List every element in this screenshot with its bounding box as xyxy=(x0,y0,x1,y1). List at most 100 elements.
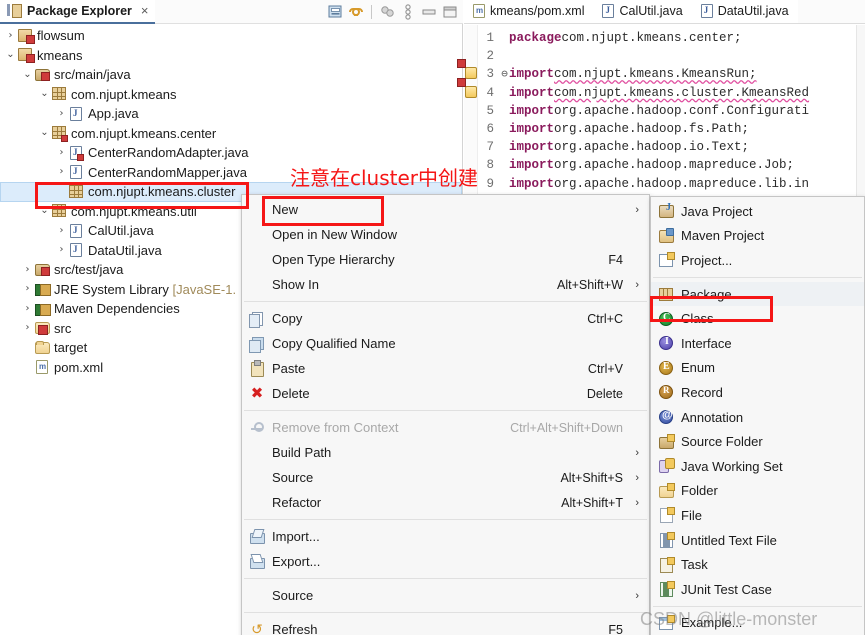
tree-item-centerrandomadapter-java[interactable]: › CenterRandomAdapter.java xyxy=(0,143,462,163)
fold-marker[interactable]: ⊖ xyxy=(500,67,509,81)
filter-icon[interactable] xyxy=(378,3,396,21)
menu-item-export[interactable]: Export... xyxy=(242,549,649,574)
menu-item-copy-qualified-name[interactable]: Copy Qualified Name xyxy=(242,331,649,356)
line-number: 6 xyxy=(486,122,494,137)
collapse-all-icon[interactable] xyxy=(399,3,417,21)
close-icon[interactable]: × xyxy=(141,3,149,18)
menu-item-open-in-new-window[interactable]: Open in New Window xyxy=(242,222,649,247)
submenu-item-label: File xyxy=(681,507,702,523)
editor-tab-datautil-java[interactable]: DataUtil.java xyxy=(691,0,798,23)
code-text: org.apache.hadoop.conf.Configurati xyxy=(554,103,810,118)
tree-expand-arrow[interactable]: › xyxy=(21,264,34,275)
menu-item-label: Import... xyxy=(272,529,320,544)
warning-error-icon[interactable] xyxy=(465,86,477,99)
tree-expand-arrow[interactable]: › xyxy=(55,108,68,119)
tree-expand-arrow[interactable]: › xyxy=(21,303,34,314)
code-text: org.apache.hadoop.mapreduce.Job; xyxy=(554,158,795,173)
context-menu[interactable]: New › Open in New Window Open Type Hierarch… xyxy=(241,194,650,635)
tree-expand-arrow[interactable]: ⌄ xyxy=(38,128,51,138)
menu-separator xyxy=(244,301,647,302)
line-number: 1 xyxy=(486,31,494,46)
tree-item-com-njupt-kmeans[interactable]: ⌄ com.njupt.kmeans xyxy=(0,85,462,105)
folder-icon xyxy=(34,340,51,356)
java-file-icon xyxy=(68,242,85,258)
menu-item-refactor[interactable]: Refactor Alt+Shift+T › xyxy=(242,490,649,515)
submenu-item-interface[interactable]: Interface xyxy=(651,331,864,356)
tree-expand-arrow[interactable]: › xyxy=(21,284,34,294)
tree-item-label: src/test/java xyxy=(54,262,124,278)
tree-item-com-njupt-kmeans-center[interactable]: ⌄ com.njupt.kmeans.center xyxy=(0,124,462,144)
warning-error-icon[interactable] xyxy=(465,67,477,80)
tree-expand-arrow[interactable]: › xyxy=(55,225,68,236)
menu-item-paste[interactable]: Paste Ctrl+V xyxy=(242,356,649,381)
submenu-item-file[interactable]: File xyxy=(651,503,864,528)
menu-item-delete[interactable]: ✖ Delete Delete xyxy=(242,381,649,406)
submenu-item-maven-project[interactable]: Maven Project xyxy=(651,224,864,249)
submenu-item-java-working-set[interactable]: Java Working Set xyxy=(651,454,864,479)
submenu-item-record[interactable]: Record xyxy=(651,380,864,405)
menu-item-label: Copy Qualified Name xyxy=(272,336,396,351)
tree-expand-arrow[interactable]: ⌄ xyxy=(4,50,17,60)
submenu-item-project[interactable]: Project... xyxy=(651,248,864,273)
menu-item-source[interactable]: Source Alt+Shift+S › xyxy=(242,465,649,490)
submenu-item-class[interactable]: Class xyxy=(651,306,864,331)
menu-item-open-type-hierarchy[interactable]: Open Type Hierarchy F4 xyxy=(242,247,649,272)
link-with-editor-icon[interactable] xyxy=(347,3,365,21)
submenu-arrow-icon: › xyxy=(635,589,639,602)
package-error-icon xyxy=(51,125,68,143)
tree-expand-arrow[interactable]: › xyxy=(21,323,34,333)
menu-item-copy[interactable]: Copy Ctrl+C xyxy=(242,306,649,331)
tree-expand-arrow[interactable]: › xyxy=(55,147,68,158)
tree-expand-arrow[interactable]: › xyxy=(55,167,68,177)
tree-item-app-java[interactable]: › App.java xyxy=(0,104,462,124)
submenu-item-label: Untitled Text File xyxy=(681,532,777,548)
xml-file-icon xyxy=(473,4,486,18)
code-line: 4 import com.njupt.kmeans.cluster.KmeansR… xyxy=(464,84,865,102)
submenu-item-junit-test-case[interactable]: JUnit Test Case xyxy=(651,577,864,602)
tree-expand-arrow[interactable]: › xyxy=(55,245,68,255)
submenu-item-package[interactable]: Package xyxy=(651,281,864,307)
editor-tab-kmeans-pom-xml[interactable]: kmeans/pom.xml xyxy=(464,0,594,23)
menu-item-new[interactable]: New › xyxy=(242,197,649,222)
maximize-icon[interactable] xyxy=(441,3,459,21)
editor-tab-label: DataUtil.java xyxy=(717,4,789,18)
menu-item-source[interactable]: Source › xyxy=(242,583,649,608)
menu-item-accelerator: Ctrl+V xyxy=(587,361,623,376)
library-icon xyxy=(34,301,51,317)
submenu-item-task[interactable]: Task xyxy=(651,552,864,577)
minimize-icon[interactable] xyxy=(420,3,438,21)
submenu-item-annotation[interactable]: Annotation xyxy=(651,405,864,430)
menu-item-refresh[interactable]: ↺ Refresh F5 xyxy=(242,617,649,635)
tree-item-label: Maven Dependencies xyxy=(54,301,180,317)
editor-tab-label: kmeans/pom.xml xyxy=(490,4,585,18)
menu-item-import[interactable]: Import... xyxy=(242,524,649,549)
submenu-item-label: Source Folder xyxy=(681,434,763,450)
code-keyword: import xyxy=(509,158,555,173)
java-file-icon xyxy=(700,4,714,18)
submenu-item-folder[interactable]: Folder xyxy=(651,479,864,504)
tree-item-flowsum[interactable]: › flowsum xyxy=(0,26,462,46)
menu-item-label: Refresh xyxy=(272,622,318,635)
new-submenu[interactable]: Java Project Maven Project Project... Packa… xyxy=(650,196,865,635)
tree-expand-arrow[interactable]: ⌄ xyxy=(38,89,51,99)
menu-item-show-in[interactable]: Show In Alt+Shift+W › xyxy=(242,272,649,297)
editor-tab-calutil-java[interactable]: CalUtil.java xyxy=(593,0,692,23)
tree-expand-arrow[interactable]: › xyxy=(4,30,17,41)
java-project-icon xyxy=(17,47,35,64)
class-icon xyxy=(651,311,681,326)
menu-item-build-path[interactable]: Build Path › xyxy=(242,440,649,465)
tab-package-explorer[interactable]: Package Explorer × xyxy=(0,0,155,24)
tree-expand-arrow[interactable]: ⌄ xyxy=(21,69,34,80)
source-folder-icon xyxy=(651,433,681,450)
tree-item-kmeans[interactable]: ⌄ kmeans xyxy=(0,46,462,66)
menu-item-label: Delete xyxy=(272,386,310,401)
file-icon xyxy=(651,507,681,524)
code-text: com.njupt.kmeans.KmeansRun; xyxy=(554,67,757,82)
tree-expand-arrow[interactable]: ⌄ xyxy=(38,206,51,216)
submenu-item-enum[interactable]: Enum xyxy=(651,356,864,381)
submenu-item-java-project[interactable]: Java Project xyxy=(651,199,864,224)
submenu-item-source-folder[interactable]: Source Folder xyxy=(651,429,864,454)
tree-item-src-main-java[interactable]: ⌄ src/main/java xyxy=(0,65,462,85)
submenu-item-untitled-text-file[interactable]: Untitled Text File xyxy=(651,528,864,553)
view-menu-icon[interactable] xyxy=(326,3,344,21)
